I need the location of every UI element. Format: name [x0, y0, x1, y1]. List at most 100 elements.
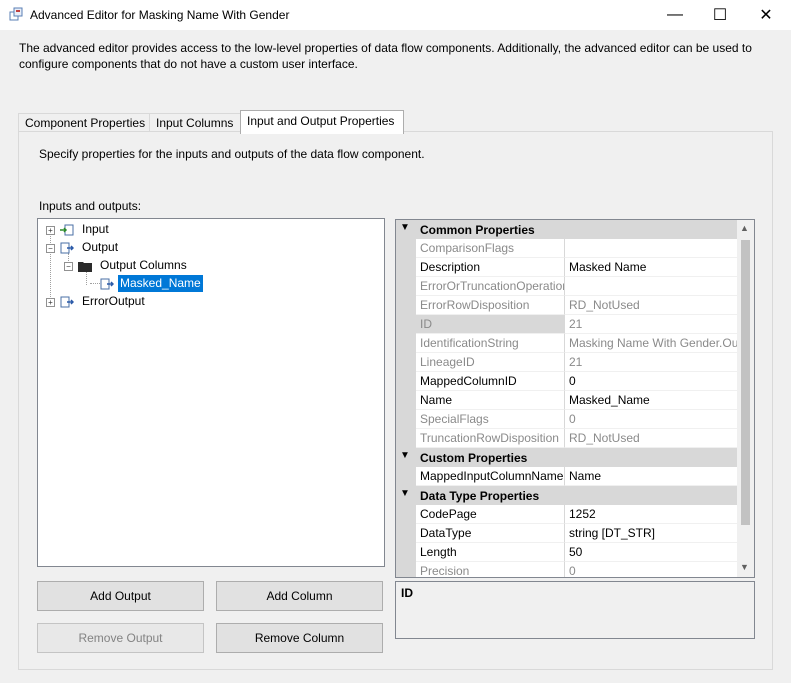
- collapse-icon[interactable]: ▼: [400, 222, 410, 233]
- property-value[interactable]: [565, 277, 737, 296]
- property-row[interactable]: MappedInputColumnName Name: [396, 467, 737, 486]
- property-name: ErrorOrTruncationOperation: [416, 277, 565, 296]
- tab-component-properties[interactable]: Component Properties: [18, 113, 151, 133]
- expand-icon[interactable]: +: [46, 226, 55, 235]
- scrollbar-thumb[interactable]: [741, 240, 750, 525]
- property-name: SpecialFlags: [416, 410, 565, 429]
- property-row[interactable]: ErrorOrTruncationOperation: [396, 277, 737, 296]
- property-row[interactable]: Length 50: [396, 543, 737, 562]
- property-category-label: Custom Properties: [420, 451, 528, 465]
- property-value[interactable]: 1252: [565, 505, 737, 524]
- property-name: Length: [416, 543, 565, 562]
- minimize-button[interactable]: —: [652, 0, 698, 30]
- property-value[interactable]: 0: [565, 410, 737, 429]
- property-row[interactable]: SpecialFlags 0: [396, 410, 737, 429]
- collapse-icon[interactable]: ▼: [400, 488, 410, 499]
- property-row-gutter: [396, 334, 416, 353]
- property-value[interactable]: 21: [565, 353, 737, 372]
- window-title: Advanced Editor for Masking Name With Ge…: [30, 8, 290, 22]
- property-row[interactable]: Description Masked Name: [396, 258, 737, 277]
- property-value[interactable]: RD_NotUsed: [565, 296, 737, 315]
- property-name: Description: [416, 258, 565, 277]
- property-grid: ▼ Common Properties ComparisonFlags Descrip…: [395, 219, 755, 578]
- maximize-icon: ☐: [712, 7, 728, 24]
- input-icon: [60, 224, 74, 236]
- property-value[interactable]: 0: [565, 372, 737, 391]
- property-name: ID: [416, 315, 565, 334]
- property-row[interactable]: MappedColumnID 0: [396, 372, 737, 391]
- property-row[interactable]: Name Masked_Name: [396, 391, 737, 410]
- collapse-icon[interactable]: ▼: [400, 450, 410, 461]
- remove-output-button[interactable]: Remove Output: [37, 623, 204, 653]
- property-category-label: Data Type Properties: [420, 489, 540, 503]
- property-category-label: Common Properties: [420, 223, 535, 237]
- property-name: ComparisonFlags: [416, 239, 565, 258]
- property-row-gutter: [396, 429, 416, 448]
- property-category[interactable]: ▼ Data Type Properties: [396, 486, 737, 505]
- collapse-icon[interactable]: −: [46, 244, 55, 253]
- property-row[interactable]: LineageID 21: [396, 353, 737, 372]
- property-name: CodePage: [416, 505, 565, 524]
- property-category[interactable]: ▼ Custom Properties: [396, 448, 737, 467]
- collapse-icon[interactable]: −: [64, 262, 73, 271]
- property-row-gutter: [396, 562, 416, 577]
- property-name: IdentificationString: [416, 334, 565, 353]
- property-grid-scrollbar[interactable]: ▲ ▼: [737, 220, 754, 577]
- property-row[interactable]: ComparisonFlags: [396, 239, 737, 258]
- error-output-icon: [60, 296, 74, 308]
- property-value[interactable]: Masking Name With Gender.Ou: [565, 334, 737, 353]
- property-value[interactable]: string [DT_STR]: [565, 524, 737, 543]
- add-column-button[interactable]: Add Column: [216, 581, 383, 611]
- folder-icon: [78, 262, 92, 272]
- property-row-gutter: [396, 239, 416, 258]
- minimize-icon: —: [667, 6, 683, 23]
- add-output-button[interactable]: Add Output: [37, 581, 204, 611]
- property-value[interactable]: Masked Name: [565, 258, 737, 277]
- output-icon: [60, 242, 74, 254]
- property-row[interactable]: TruncationRowDisposition RD_NotUsed: [396, 429, 737, 448]
- inputs-outputs-tree: + Input − Output − Output Columns Masked…: [37, 218, 385, 567]
- property-description-title: ID: [401, 586, 413, 600]
- property-row[interactable]: IdentificationString Masking Name With Ge…: [396, 334, 737, 353]
- close-button[interactable]: ✕: [743, 0, 789, 30]
- scroll-up-icon[interactable]: ▲: [740, 223, 749, 233]
- expand-icon[interactable]: +: [46, 298, 55, 307]
- property-row[interactable]: ErrorRowDisposition RD_NotUsed: [396, 296, 737, 315]
- property-value[interactable]: 50: [565, 543, 737, 562]
- property-value[interactable]: Masked_Name: [565, 391, 737, 410]
- tab-input-columns[interactable]: Input Columns: [149, 113, 244, 133]
- property-row-gutter: [396, 277, 416, 296]
- property-description-box: ID: [395, 581, 755, 639]
- editor-icon: [9, 7, 23, 21]
- title-bar: Advanced Editor for Masking Name With Ge…: [0, 0, 791, 30]
- property-row-gutter: [396, 353, 416, 372]
- property-name: MappedColumnID: [416, 372, 565, 391]
- property-category[interactable]: ▼ Common Properties: [396, 220, 737, 239]
- scroll-down-icon[interactable]: ▼: [740, 562, 749, 572]
- property-row[interactable]: CodePage 1252: [396, 505, 737, 524]
- property-row-gutter: [396, 505, 416, 524]
- property-row-gutter: [396, 258, 416, 277]
- property-value[interactable]: 0: [565, 562, 737, 577]
- property-row-gutter: [396, 467, 416, 486]
- tab-input-output-properties[interactable]: Input and Output Properties: [240, 110, 404, 134]
- property-name: DataType: [416, 524, 565, 543]
- property-row[interactable]: ID 21: [396, 315, 737, 334]
- property-row-gutter: [396, 372, 416, 391]
- close-icon: ✕: [759, 7, 773, 24]
- property-row-gutter: [396, 543, 416, 562]
- remove-column-button[interactable]: Remove Column: [216, 623, 383, 653]
- maximize-button[interactable]: ☐: [697, 0, 743, 30]
- property-row-gutter: [396, 315, 416, 334]
- property-name: MappedInputColumnName: [416, 467, 565, 486]
- tab-strip: Component Properties Input Columns Input…: [18, 110, 418, 134]
- tab-panel: Specify properties for the inputs and ou…: [18, 131, 773, 670]
- property-value[interactable]: 21: [565, 315, 737, 334]
- property-name: Name: [416, 391, 565, 410]
- property-value[interactable]: RD_NotUsed: [565, 429, 737, 448]
- column-icon: [100, 278, 114, 290]
- property-value[interactable]: Name: [565, 467, 737, 486]
- property-row[interactable]: Precision 0: [396, 562, 737, 577]
- property-value[interactable]: [565, 239, 737, 258]
- property-row[interactable]: DataType string [DT_STR]: [396, 524, 737, 543]
